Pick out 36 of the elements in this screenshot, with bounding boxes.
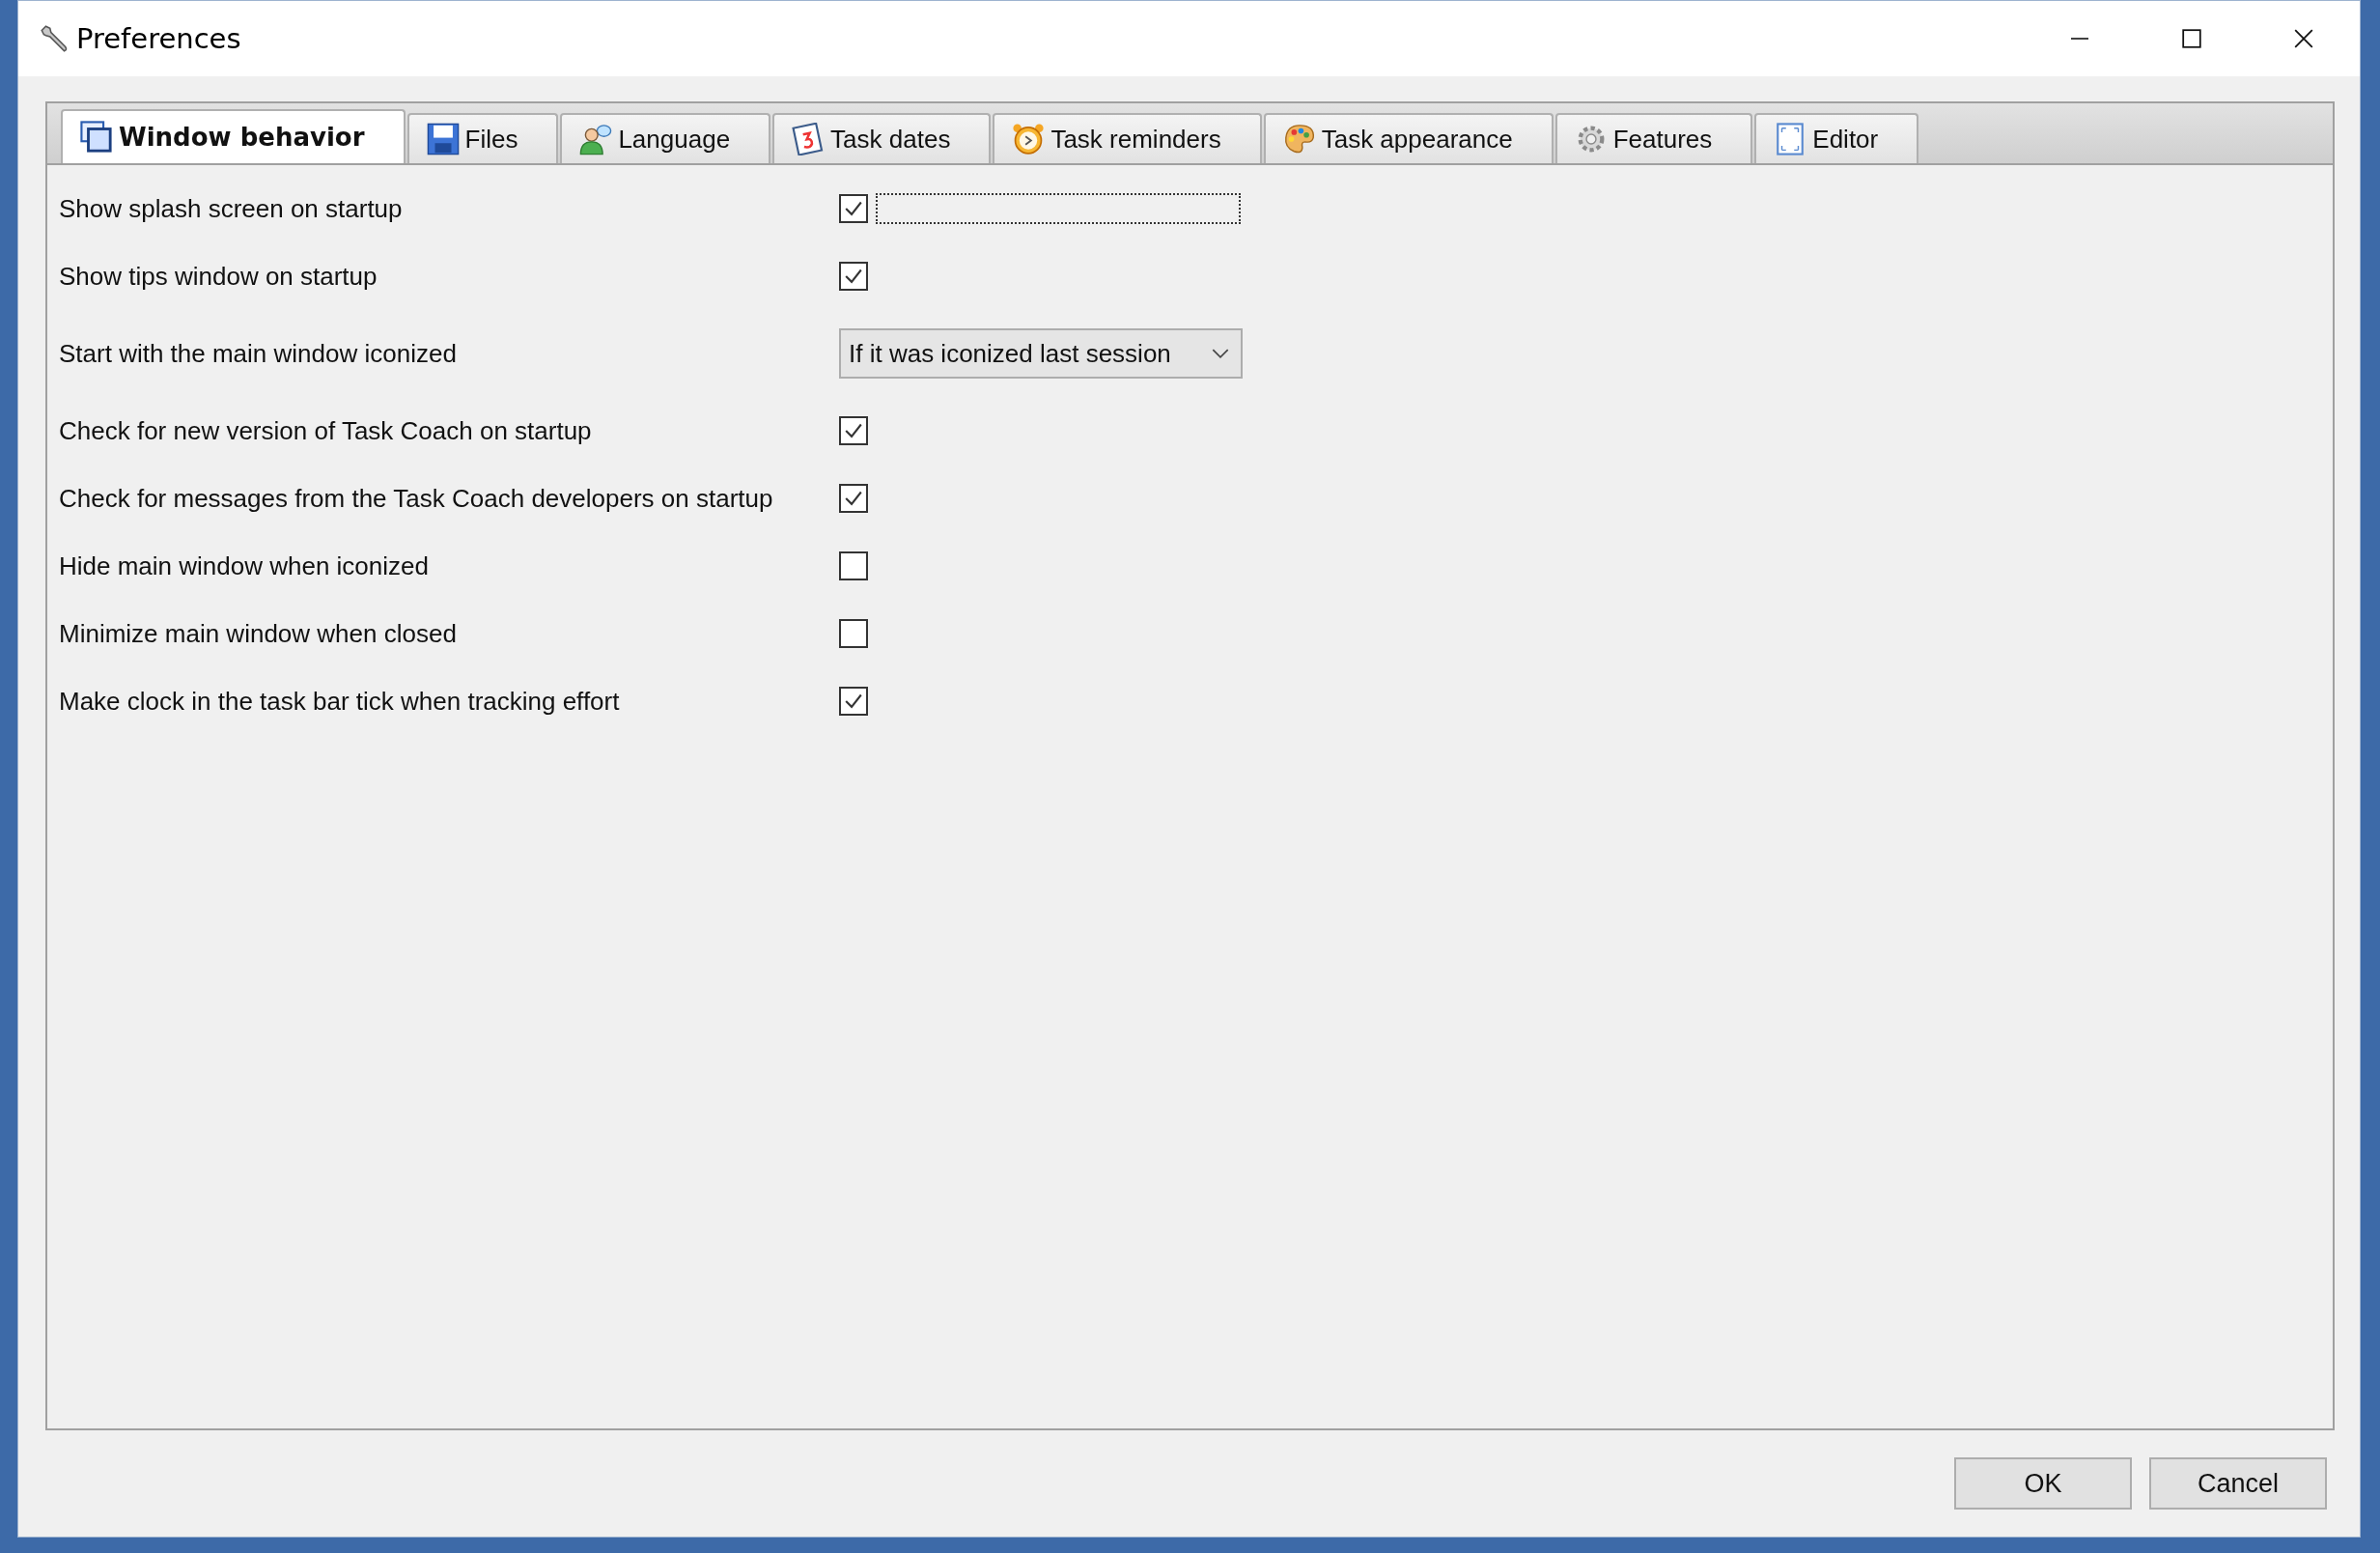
setting-label: Show splash screen on startup (59, 193, 404, 224)
setting-label: Minimize main window when closed (59, 618, 458, 649)
tab[interactable]: Window behavior (61, 109, 406, 163)
person-speech-icon (579, 123, 613, 155)
window-title: Preferences (76, 22, 241, 55)
checkbox[interactable] (839, 416, 868, 445)
tab[interactable]: Task dates (772, 113, 992, 163)
cancel-button[interactable]: Cancel (2149, 1457, 2327, 1510)
tab[interactable]: Task reminders (993, 113, 1262, 163)
ok-button[interactable]: OK (1954, 1457, 2132, 1510)
checkbox[interactable] (839, 619, 868, 648)
close-icon (2293, 28, 2314, 49)
palette-icon (1282, 123, 1316, 155)
tab[interactable]: Task appearance (1263, 113, 1554, 163)
calendar-icon (792, 123, 826, 155)
minimize-icon (2069, 38, 2090, 40)
chevron-down-icon (1212, 348, 1229, 359)
setting-label: Hide main window when iconized (59, 551, 430, 581)
dropdown[interactable]: If it was iconized last session (839, 328, 1243, 379)
checkbox[interactable] (839, 262, 868, 291)
checkbox[interactable] (839, 551, 868, 580)
tab[interactable]: Editor (1754, 113, 1919, 163)
setting-label: Check for messages from the Task Coach developers on startup (59, 483, 774, 514)
setting-label: Start with the main window iconized (59, 338, 458, 369)
tab[interactable]: Files (406, 113, 559, 163)
tab[interactable]: Features (1554, 113, 1753, 163)
setting-label: Check for new version of Task Coach on startup (59, 415, 593, 446)
maximize-icon (2181, 28, 2202, 49)
setting-label: Make clock in the task bar tick when tracking effort (59, 686, 621, 717)
alarm-clock-icon (1012, 123, 1046, 155)
window-icon (80, 121, 113, 154)
tab[interactable]: Language (560, 113, 771, 163)
checkbox[interactable] (839, 194, 868, 223)
setting-label: Show tips window on startup (59, 261, 378, 292)
checkbox[interactable] (839, 484, 868, 513)
checkbox[interactable] (839, 687, 868, 716)
